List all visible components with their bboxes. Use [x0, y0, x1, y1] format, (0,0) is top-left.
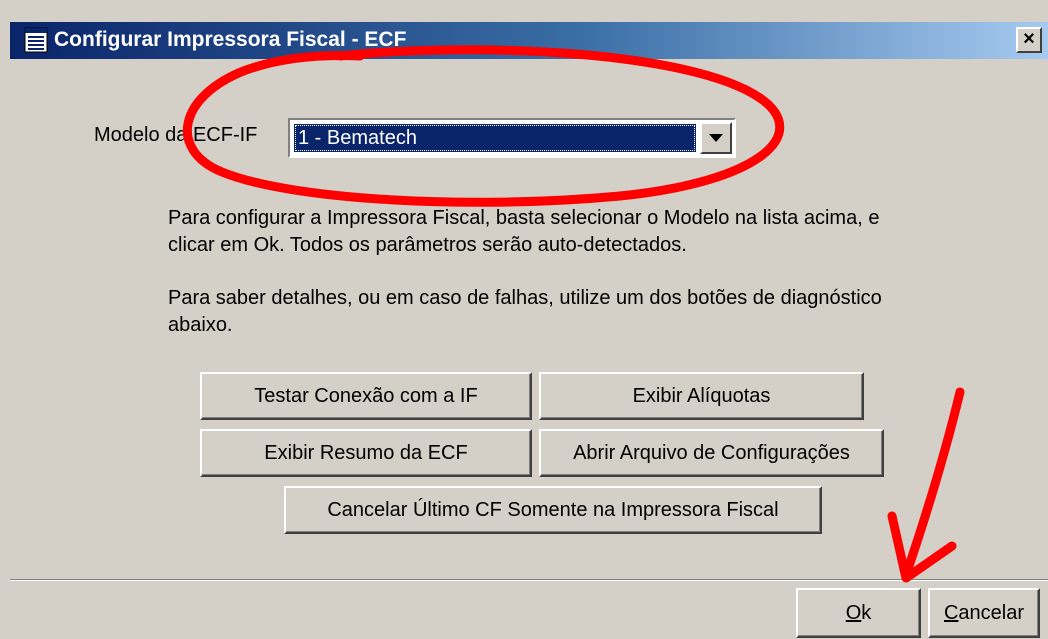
cancel-button[interactable]: Cancelar	[928, 588, 1040, 638]
ok-button[interactable]: Ok	[796, 588, 921, 638]
test-connection-button[interactable]: Testar Conexão com a IF	[200, 372, 532, 420]
title-bar[interactable]: Configurar Impressora Fiscal - ECF ×	[10, 22, 1048, 59]
dialog-window: Configurar Impressora Fiscal - ECF × Mod…	[0, 0, 1048, 639]
dialog-body: Modelo da ECF-IF 1 - Bematech Para confi…	[10, 59, 1048, 639]
close-icon: ×	[1023, 28, 1035, 50]
open-config-button[interactable]: Abrir Arquivo de Configurações	[539, 429, 884, 477]
show-rates-button[interactable]: Exibir Alíquotas	[539, 372, 864, 420]
cancel-last-cf-button[interactable]: Cancelar Último CF Somente na Impressora…	[284, 486, 822, 534]
instructions-paragraph-2: Para saber detalhes, ou em caso de falha…	[168, 287, 882, 336]
show-summary-button[interactable]: Exibir Resumo da ECF	[200, 429, 532, 477]
form-icon	[24, 27, 48, 53]
modelo-selected-value: 1 - Bematech	[294, 124, 696, 152]
modelo-select[interactable]: 1 - Bematech	[288, 118, 736, 158]
instructions-paragraph-1: Para configurar a Impressora Fiscal, bas…	[168, 207, 880, 256]
cancel-accelerator: C	[943, 601, 959, 624]
ok-accelerator: O	[845, 601, 862, 624]
ok-label-rest: k	[861, 601, 872, 624]
footer-separator	[10, 579, 1048, 581]
chevron-down-icon	[709, 134, 723, 142]
modelo-label: Modelo da ECF-IF	[94, 124, 258, 146]
cancel-label-rest: ancelar	[958, 601, 1025, 624]
window-title: Configurar Impressora Fiscal - ECF	[54, 28, 407, 51]
close-button[interactable]: ×	[1016, 27, 1042, 53]
dropdown-button[interactable]	[700, 122, 732, 154]
